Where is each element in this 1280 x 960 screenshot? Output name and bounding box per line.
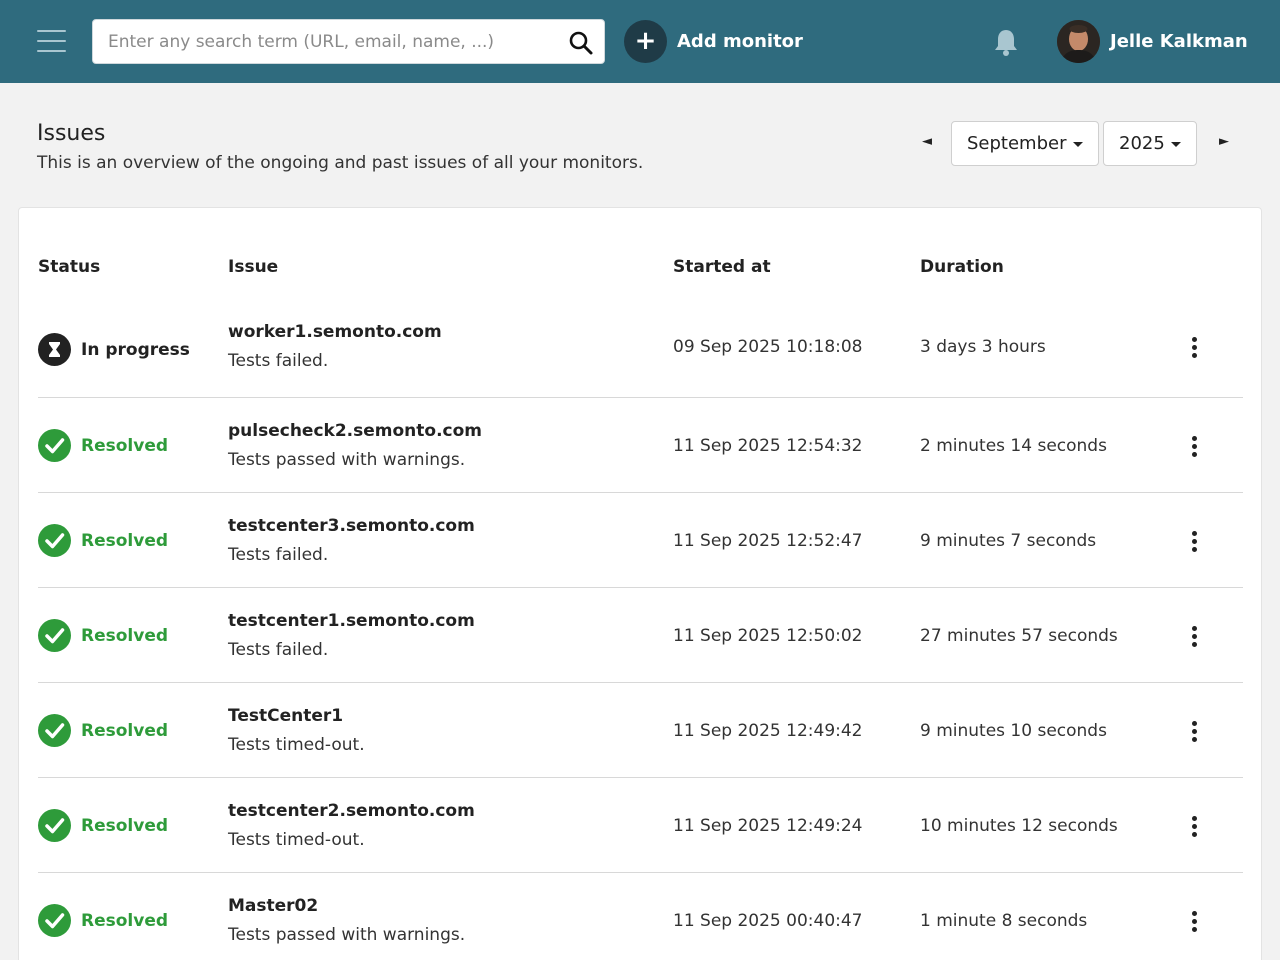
more-options-icon[interactable] <box>1188 436 1200 460</box>
check-circle-icon <box>38 809 71 842</box>
more-options-icon[interactable] <box>1188 626 1200 650</box>
year-select[interactable]: 2025 <box>1103 121 1197 166</box>
status-label: Resolved <box>81 720 169 741</box>
issue-description: Tests timed-out. <box>228 735 365 755</box>
more-options-icon[interactable] <box>1188 911 1200 935</box>
issue-description: Tests passed with warnings. <box>228 450 466 470</box>
user-name: Jelle Kalkman <box>1110 31 1248 52</box>
table-row[interactable]: Resolved pulsecheck2.semonto.com Tests p… <box>38 397 1243 492</box>
duration: 10 minutes 12 seconds <box>920 816 1118 836</box>
issue-description: Tests passed with warnings. <box>228 925 466 945</box>
caret-down-icon <box>1170 141 1181 147</box>
hourglass-icon <box>38 333 71 366</box>
status-cell: Resolved <box>38 493 168 588</box>
caret-down-icon <box>1072 141 1083 147</box>
search-icon[interactable] <box>568 30 594 56</box>
started-at: 11 Sep 2025 12:49:24 <box>673 816 863 836</box>
month-select[interactable]: September <box>951 121 1099 166</box>
duration: 2 minutes 14 seconds <box>920 436 1107 456</box>
started-at: 11 Sep 2025 12:50:02 <box>673 626 863 646</box>
duration: 3 days 3 hours <box>920 337 1046 357</box>
issue-monitor-name[interactable]: worker1.semonto.com <box>228 322 442 342</box>
status-cell: Resolved <box>38 683 168 778</box>
status-cell: In progress <box>38 302 190 397</box>
started-at: 11 Sep 2025 12:54:32 <box>673 436 863 456</box>
table-row[interactable]: Resolved Master02 Tests passed with warn… <box>38 872 1243 960</box>
check-circle-icon <box>38 619 71 652</box>
column-header-status: Status <box>38 257 101 277</box>
plus-icon: + <box>624 20 667 63</box>
column-header-duration: Duration <box>920 257 1004 277</box>
duration: 1 minute 8 seconds <box>920 911 1088 931</box>
duration: 9 minutes 7 seconds <box>920 531 1097 551</box>
issue-monitor-name[interactable]: testcenter2.semonto.com <box>228 801 475 821</box>
issue-monitor-name[interactable]: Master02 <box>228 896 318 916</box>
table-row[interactable]: Resolved testcenter3.semonto.com Tests f… <box>38 492 1243 587</box>
avatar <box>1057 20 1100 63</box>
started-at: 11 Sep 2025 12:49:42 <box>673 721 863 741</box>
page-subtitle: This is an overview of the ongoing and p… <box>37 153 644 173</box>
issue-monitor-name[interactable]: pulsecheck2.semonto.com <box>228 421 482 441</box>
duration: 9 minutes 10 seconds <box>920 721 1107 741</box>
column-header-started: Started at <box>673 257 771 277</box>
issues-card: Status Issue Started at Duration In prog… <box>18 207 1262 960</box>
check-circle-icon <box>38 904 71 937</box>
issue-monitor-name[interactable]: testcenter1.semonto.com <box>228 611 475 631</box>
status-cell: Resolved <box>38 398 168 493</box>
started-at: 09 Sep 2025 10:18:08 <box>673 337 863 357</box>
issue-monitor-name[interactable]: TestCenter1 <box>228 706 343 726</box>
year-value: 2025 <box>1119 133 1165 154</box>
issue-monitor-name[interactable]: testcenter3.semonto.com <box>228 516 475 536</box>
more-options-icon[interactable] <box>1188 816 1200 840</box>
status-label: Resolved <box>81 625 169 646</box>
table-row[interactable]: Resolved TestCenter1 Tests timed-out. 11… <box>38 682 1243 777</box>
duration: 27 minutes 57 seconds <box>920 626 1118 646</box>
add-monitor-label: Add monitor <box>677 31 803 52</box>
search-box <box>92 19 605 64</box>
status-label: Resolved <box>81 435 169 456</box>
prev-month-icon[interactable]: ◄ <box>920 133 934 151</box>
check-circle-icon <box>38 714 71 747</box>
more-options-icon[interactable] <box>1188 337 1200 361</box>
page-title: Issues <box>37 121 106 146</box>
status-label: Resolved <box>81 530 169 551</box>
table-row[interactable]: Resolved testcenter1.semonto.com Tests f… <box>38 587 1243 682</box>
issue-description: Tests failed. <box>228 545 329 565</box>
table-row[interactable]: Resolved testcenter2.semonto.com Tests t… <box>38 777 1243 872</box>
started-at: 11 Sep 2025 12:52:47 <box>673 531 863 551</box>
status-cell: Resolved <box>38 873 168 960</box>
status-label: In progress <box>81 339 190 360</box>
add-monitor-button[interactable]: + Add monitor <box>624 20 803 63</box>
issue-description: Tests failed. <box>228 640 329 660</box>
top-bar: + Add monitor Jelle Kalkman <box>0 0 1280 83</box>
status-label: Resolved <box>81 910 169 931</box>
month-value: September <box>967 133 1067 154</box>
menu-icon[interactable] <box>37 30 66 54</box>
check-circle-icon <box>38 429 71 462</box>
check-circle-icon <box>38 524 71 557</box>
search-input[interactable] <box>93 20 553 63</box>
issue-description: Tests failed. <box>228 351 329 371</box>
status-cell: Resolved <box>38 588 168 683</box>
table-row[interactable]: In progress worker1.semonto.com Tests fa… <box>38 302 1243 397</box>
status-cell: Resolved <box>38 778 168 873</box>
bell-icon[interactable] <box>992 27 1020 57</box>
next-month-icon[interactable]: ► <box>1217 133 1231 151</box>
issue-description: Tests timed-out. <box>228 830 365 850</box>
user-menu[interactable]: Jelle Kalkman <box>1057 20 1248 63</box>
more-options-icon[interactable] <box>1188 531 1200 555</box>
column-header-issue: Issue <box>228 257 279 277</box>
status-label: Resolved <box>81 815 169 836</box>
more-options-icon[interactable] <box>1188 721 1200 745</box>
started-at: 11 Sep 2025 00:40:47 <box>673 911 863 931</box>
